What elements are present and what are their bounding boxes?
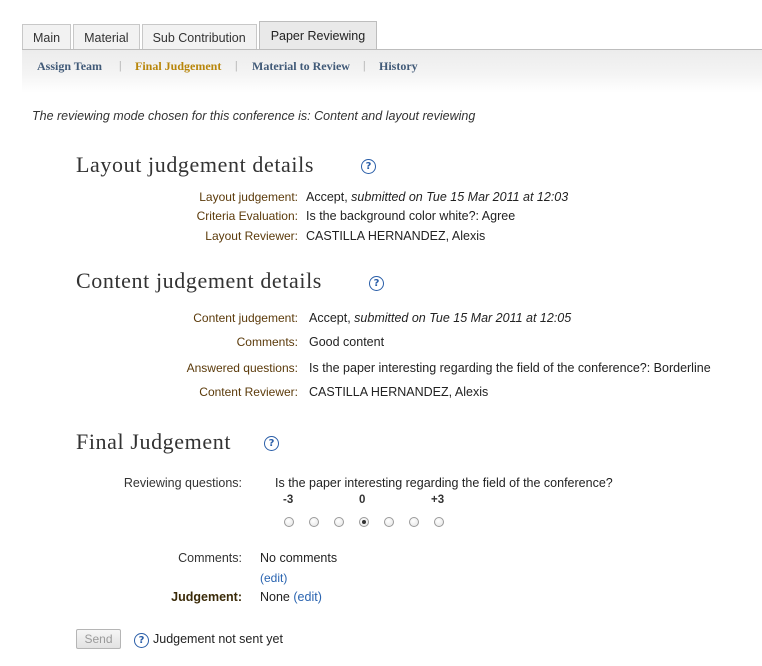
rating-radio-3[interactable]	[434, 517, 444, 527]
content-comments-value: Good content	[309, 335, 385, 349]
comments-label: Comments:	[178, 551, 242, 565]
comments-value: No comments	[260, 551, 338, 565]
layout-reviewer-value: CASTILLA HERNANDEZ, Alexis	[306, 229, 486, 243]
layout-judgement-label: Layout judgement:	[199, 190, 298, 204]
scale-min-label: -3	[283, 494, 294, 506]
rating-radio-0[interactable]	[359, 517, 369, 527]
subnav-assign-team[interactable]: Assign Team	[37, 59, 102, 74]
tab-main[interactable]: Main	[22, 24, 72, 50]
content-judgement-label: Content judgement:	[193, 311, 298, 325]
tab-paper-reviewing[interactable]: Paper Reviewing	[258, 21, 378, 50]
rating-radio--2[interactable]	[309, 517, 319, 527]
scale-mid-label: 0	[359, 494, 366, 506]
content-judgement-value: Accept, submitted on Tue 15 Mar 2011 at …	[309, 311, 572, 325]
comments-edit-link[interactable]: (edit)	[260, 571, 287, 585]
help-icon[interactable]: ?	[369, 276, 384, 291]
tab-sub-contribution[interactable]: Sub Contribution	[141, 24, 257, 50]
content-comments-label: Comments:	[236, 335, 298, 349]
rating-radio-2[interactable]	[409, 517, 419, 527]
reviewing-question-text: Is the paper interesting regarding the f…	[275, 476, 613, 490]
content-reviewer-label: Content Reviewer:	[199, 385, 298, 399]
answered-questions-label: Answered questions:	[186, 361, 298, 375]
judgement-value: None (edit)	[260, 590, 322, 604]
scale-max-label: +3	[431, 494, 445, 506]
rating-radio--3[interactable]	[284, 517, 294, 527]
rating-radio--1[interactable]	[334, 517, 344, 527]
judgement-status-text: Judgement not sent yet	[153, 632, 283, 646]
send-button[interactable]: Send	[76, 629, 121, 649]
subnav-history[interactable]: History	[379, 59, 418, 74]
help-icon[interactable]: ?	[361, 159, 376, 174]
judgement-label: Judgement:	[171, 590, 242, 604]
answered-questions-value: Is the paper interesting regarding the f…	[309, 361, 711, 375]
content-reviewer-value: CASTILLA HERNANDEZ, Alexis	[309, 385, 489, 399]
criteria-evaluation-label: Criteria Evaluation:	[196, 209, 298, 223]
judgement-value-text: None	[260, 590, 290, 604]
criteria-evaluation-value: Is the background color white?: Agree	[306, 209, 516, 223]
subnav-bar: Assign Team | Final Judgement | Material…	[22, 49, 762, 93]
content-section-title: Content judgement details	[76, 268, 322, 293]
layout-judgement-value: Accept, submitted on Tue 15 Mar 2011 at …	[306, 190, 569, 204]
layout-section-title: Layout judgement details	[76, 152, 315, 177]
layout-reviewer-label: Layout Reviewer:	[205, 229, 298, 243]
tab-bar: Main Material Sub Contribution Paper Rev…	[22, 21, 379, 50]
help-icon[interactable]: ?	[264, 436, 279, 451]
final-section-title: Final Judgement	[76, 429, 232, 454]
help-icon[interactable]: ?	[134, 633, 149, 648]
reviewing-mode-note: The reviewing mode chosen for this confe…	[32, 109, 476, 123]
subnav-separator: |	[119, 58, 122, 72]
subnav-separator: |	[363, 58, 366, 72]
subnav-separator: |	[235, 58, 238, 72]
judgement-edit-link[interactable]: (edit)	[293, 590, 321, 604]
reviewing-questions-label: Reviewing questions:	[123, 476, 242, 490]
tab-material[interactable]: Material	[73, 24, 140, 50]
rating-radio-1[interactable]	[384, 517, 394, 527]
subnav-final-judgement[interactable]: Final Judgement	[135, 59, 221, 74]
subnav-material-to-review[interactable]: Material to Review	[252, 59, 350, 74]
